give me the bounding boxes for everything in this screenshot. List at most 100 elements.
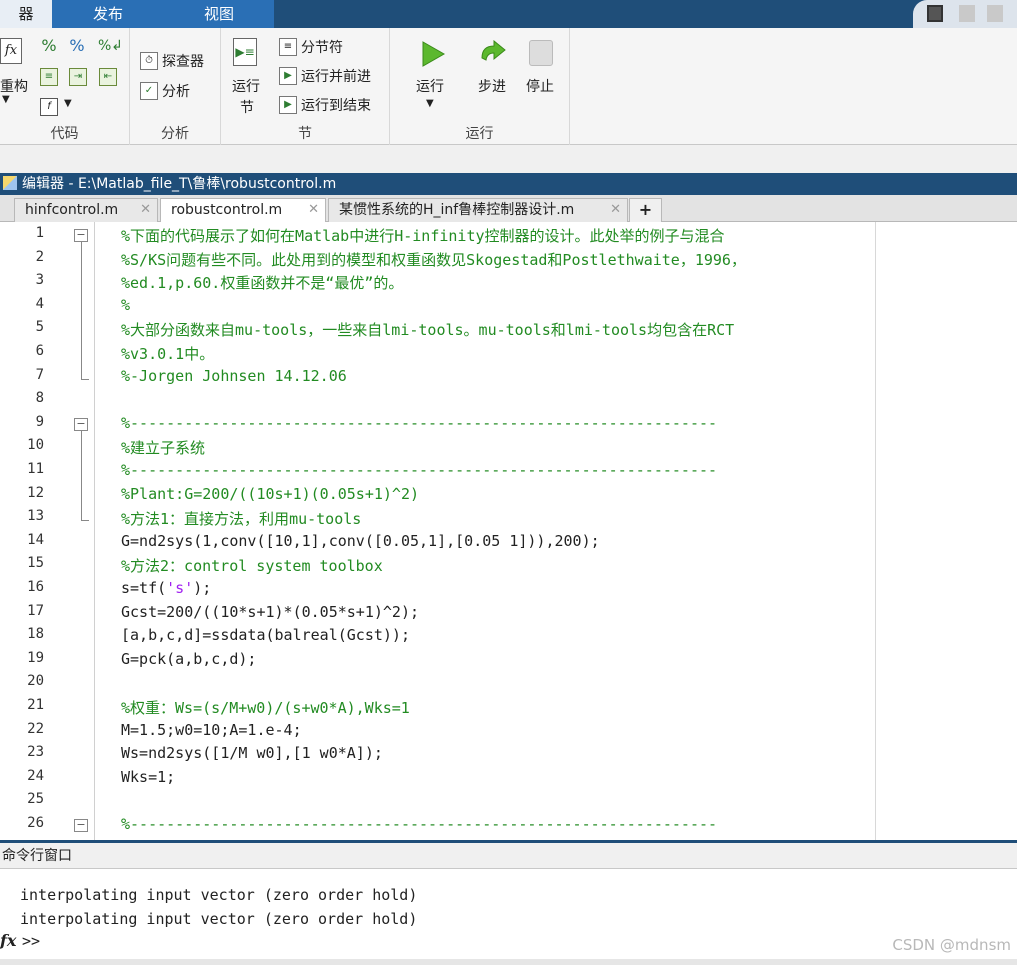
code-line: %-Jorgen Johnsen 14.12.06 (121, 366, 347, 385)
right-text-margin (875, 222, 876, 840)
wrap-comments-icon[interactable]: %↲ (98, 38, 123, 56)
line-number: 19 (27, 649, 44, 666)
function-template-arrow[interactable]: ▼ (64, 98, 72, 109)
code-line: %下面的代码展示了如何在Matlab中进行H-infinity控制器的设计。此处… (121, 227, 725, 245)
fold-toggle-icon[interactable]: − (74, 819, 88, 832)
add-tab-button[interactable]: + (629, 198, 662, 222)
editor-tab-bar: hinfcontrol.m ✕ robustcontrol.m ✕ 某惯性系统的… (0, 195, 1017, 223)
uncomment-icon[interactable]: % (68, 38, 86, 56)
code-line: %v3.0.1中。 (121, 345, 215, 363)
line-number: 5 (35, 319, 44, 336)
code-line: %权重：Ws=(s/M+w0)/(s+w0*A),Wks=1 (121, 699, 410, 717)
analyze-label: 分析 (162, 84, 190, 100)
code-line: %大部分函数来自mu-tools，一些来自lmi-tools。mu-tools和… (121, 321, 735, 340)
section-break-button[interactable]: ≡ 分节符 (279, 37, 343, 57)
run-section-label-line1[interactable]: 运行 (232, 76, 260, 96)
function-template-icon[interactable]: f (40, 98, 58, 116)
fold-end (81, 520, 89, 522)
tab-publish[interactable]: 发布 (52, 0, 164, 28)
fold-end (81, 378, 89, 380)
code-line: Gcst=200/((10*s+1)*(0.05*s+1)^2); (121, 602, 420, 621)
explorer-button[interactable]: ⏱ 探查器 (140, 51, 204, 71)
line-number: 1 (35, 225, 44, 241)
editor-title: 编辑器 - E:\Matlab_file_T\鲁棒\robustcontrol.… (22, 176, 337, 192)
section-group: ▶≡ 运行 节 ≡ 分节符 ▶ 运行并前进 ▶ 运行到结束 节 (221, 28, 390, 145)
toolstrip-tab-bar: 器 发布 视图 (0, 0, 1017, 28)
code-editor[interactable]: 1 2 3 4 5 6 7 8 9 10 11 12 13 14 15 16 17 18 19 20 21 22 23 24 2… (0, 222, 1017, 840)
code-line: G=pck(a,b,c,d); (121, 649, 257, 668)
run-dropdown-arrow[interactable]: ▼ (426, 98, 434, 109)
run-section-icon[interactable]: ▶≡ (233, 38, 257, 66)
close-tab-icon[interactable]: ✕ (140, 199, 151, 221)
command-output-line: interpolating input vector (zero order h… (20, 886, 418, 904)
close-tab-icon[interactable]: ✕ (308, 199, 319, 221)
code-line: %---------------------------------------… (121, 413, 718, 432)
refactor-dropdown-arrow[interactable]: ▼ (2, 94, 10, 105)
code-group-label: 代码 (50, 126, 79, 142)
close-tab-icon[interactable]: ✕ (610, 199, 621, 221)
tab-robustcontrol[interactable]: robustcontrol.m ✕ (160, 198, 326, 223)
analyze-button[interactable]: ✓ 分析 (140, 81, 190, 101)
quick-access-toolbar (913, 0, 1017, 28)
run-to-end-button[interactable]: ▶ 运行到结束 (279, 95, 371, 115)
line-number: 2 (35, 248, 44, 265)
tab-hinfcontrol[interactable]: hinfcontrol.m ✕ (14, 198, 158, 222)
command-prompt[interactable]: >> (22, 932, 40, 950)
step-button[interactable]: 步进 (478, 76, 506, 96)
line-number: 17 (27, 602, 44, 619)
run-button[interactable]: 运行 (416, 76, 444, 96)
code-line: %Plant:G=200/((10s+1)(0.05s+1)^2) (121, 484, 420, 503)
code-line: %方法2：control system toolbox (121, 557, 383, 576)
command-window[interactable]: interpolating input vector (zero order h… (0, 869, 1017, 959)
watermark: CSDN @mdnsm (892, 936, 1011, 954)
run-section-label-line2[interactable]: 节 (240, 97, 254, 117)
code-line: %---------------------------------------… (121, 461, 718, 479)
save-icon[interactable] (927, 5, 943, 22)
code-line: %建立子系统 (121, 439, 206, 458)
fx-icon[interactable]: fx (0, 931, 16, 950)
code-line: s=tf('s'); (121, 579, 212, 597)
fold-toggle-icon[interactable]: − (74, 229, 88, 242)
line-number: 10 (27, 437, 44, 454)
stop-button[interactable]: 停止 (526, 76, 554, 96)
indent-icon[interactable]: ⇥ (69, 68, 87, 86)
smart-indent-icon[interactable]: ≡ (40, 68, 58, 86)
comment-icon[interactable]: % (40, 38, 58, 56)
section-group-label: 节 (298, 126, 312, 142)
line-number-gutter: 1 2 3 4 5 6 7 8 9 10 11 12 13 14 15 16 17 18 19 20 21 22 23 24 2… (0, 222, 95, 840)
fold-line (81, 430, 82, 521)
code-line: [a,b,c,d]=ssdata(balreal(Gcst)); (121, 626, 410, 645)
code-line: Wks=1; (121, 767, 176, 786)
line-number: 26 (27, 815, 44, 831)
stop-icon[interactable] (529, 40, 553, 66)
tab-label: robustcontrol.m (171, 202, 283, 218)
command-output-line: interpolating input vector (zero order h… (20, 910, 418, 928)
section-break-icon: ≡ (279, 38, 297, 56)
line-number: 3 (35, 272, 44, 289)
explorer-label: 探查器 (162, 54, 204, 70)
code-line: %ed.1,p.60.权重函数并不是“最优”的。 (121, 274, 404, 293)
line-number: 14 (27, 531, 44, 548)
step-icon[interactable] (478, 40, 508, 66)
run-icon[interactable] (420, 40, 446, 68)
line-number: 21 (27, 697, 44, 713)
analyze-group-label: 分析 (161, 126, 189, 142)
code-line: Ws=nd2sys([1/M w0],[1 w0*A]); (121, 744, 383, 763)
tab-hinf-design[interactable]: 某惯性系统的H_inf鲁棒控制器设计.m ✕ (328, 198, 628, 222)
refactor-button[interactable]: 重构 (0, 76, 28, 96)
line-number: 8 (35, 390, 44, 407)
code-line: % (121, 295, 131, 314)
analyze-icon: ✓ (140, 82, 158, 100)
copy-icon[interactable] (987, 5, 1003, 22)
line-number: 15 (27, 555, 44, 572)
fold-line (81, 242, 82, 379)
tab-view[interactable]: 视图 (164, 0, 274, 28)
run-and-advance-button[interactable]: ▶ 运行并前进 (279, 66, 371, 86)
tab-editor[interactable]: 器 (0, 0, 52, 28)
fold-toggle-icon[interactable]: − (74, 417, 88, 431)
fx-refactor-icon[interactable]: fx (0, 38, 22, 64)
outdent-icon[interactable]: ⇤ (99, 68, 117, 86)
line-number: 12 (27, 484, 44, 501)
cut-icon[interactable] (959, 5, 975, 22)
code-line: M=1.5;w0=10;A=1.e-4; (121, 720, 302, 739)
